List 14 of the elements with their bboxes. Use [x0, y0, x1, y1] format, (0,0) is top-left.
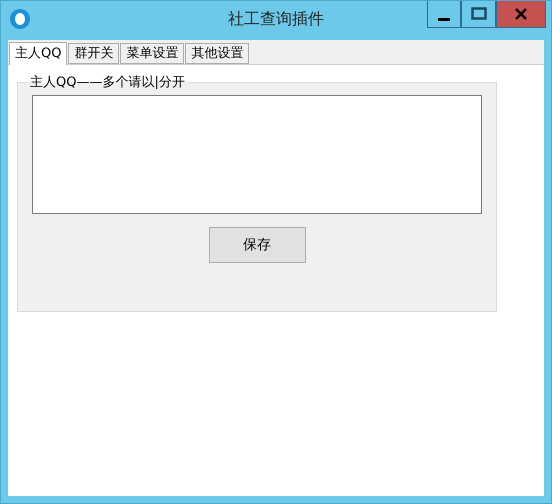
minimize-button[interactable] — [427, 1, 461, 28]
save-button[interactable]: 保存 — [208, 227, 306, 263]
qq-input-field[interactable] — [32, 95, 482, 214]
tab[interactable]: 主人QQ — [9, 42, 68, 65]
tab[interactable]: 群开关 — [68, 43, 120, 64]
minimize-icon — [438, 18, 450, 20]
maximize-icon — [470, 7, 486, 21]
close-button[interactable] — [496, 1, 546, 28]
group-legend: 主人QQ——多个请以|分开 — [27, 73, 188, 91]
tab[interactable]: 菜单设置 — [120, 43, 184, 64]
window-title: 社工查询插件 — [228, 8, 324, 30]
tab[interactable]: 其他设置 — [185, 43, 250, 64]
close-icon — [514, 8, 528, 20]
maximize-button[interactable] — [461, 1, 496, 28]
